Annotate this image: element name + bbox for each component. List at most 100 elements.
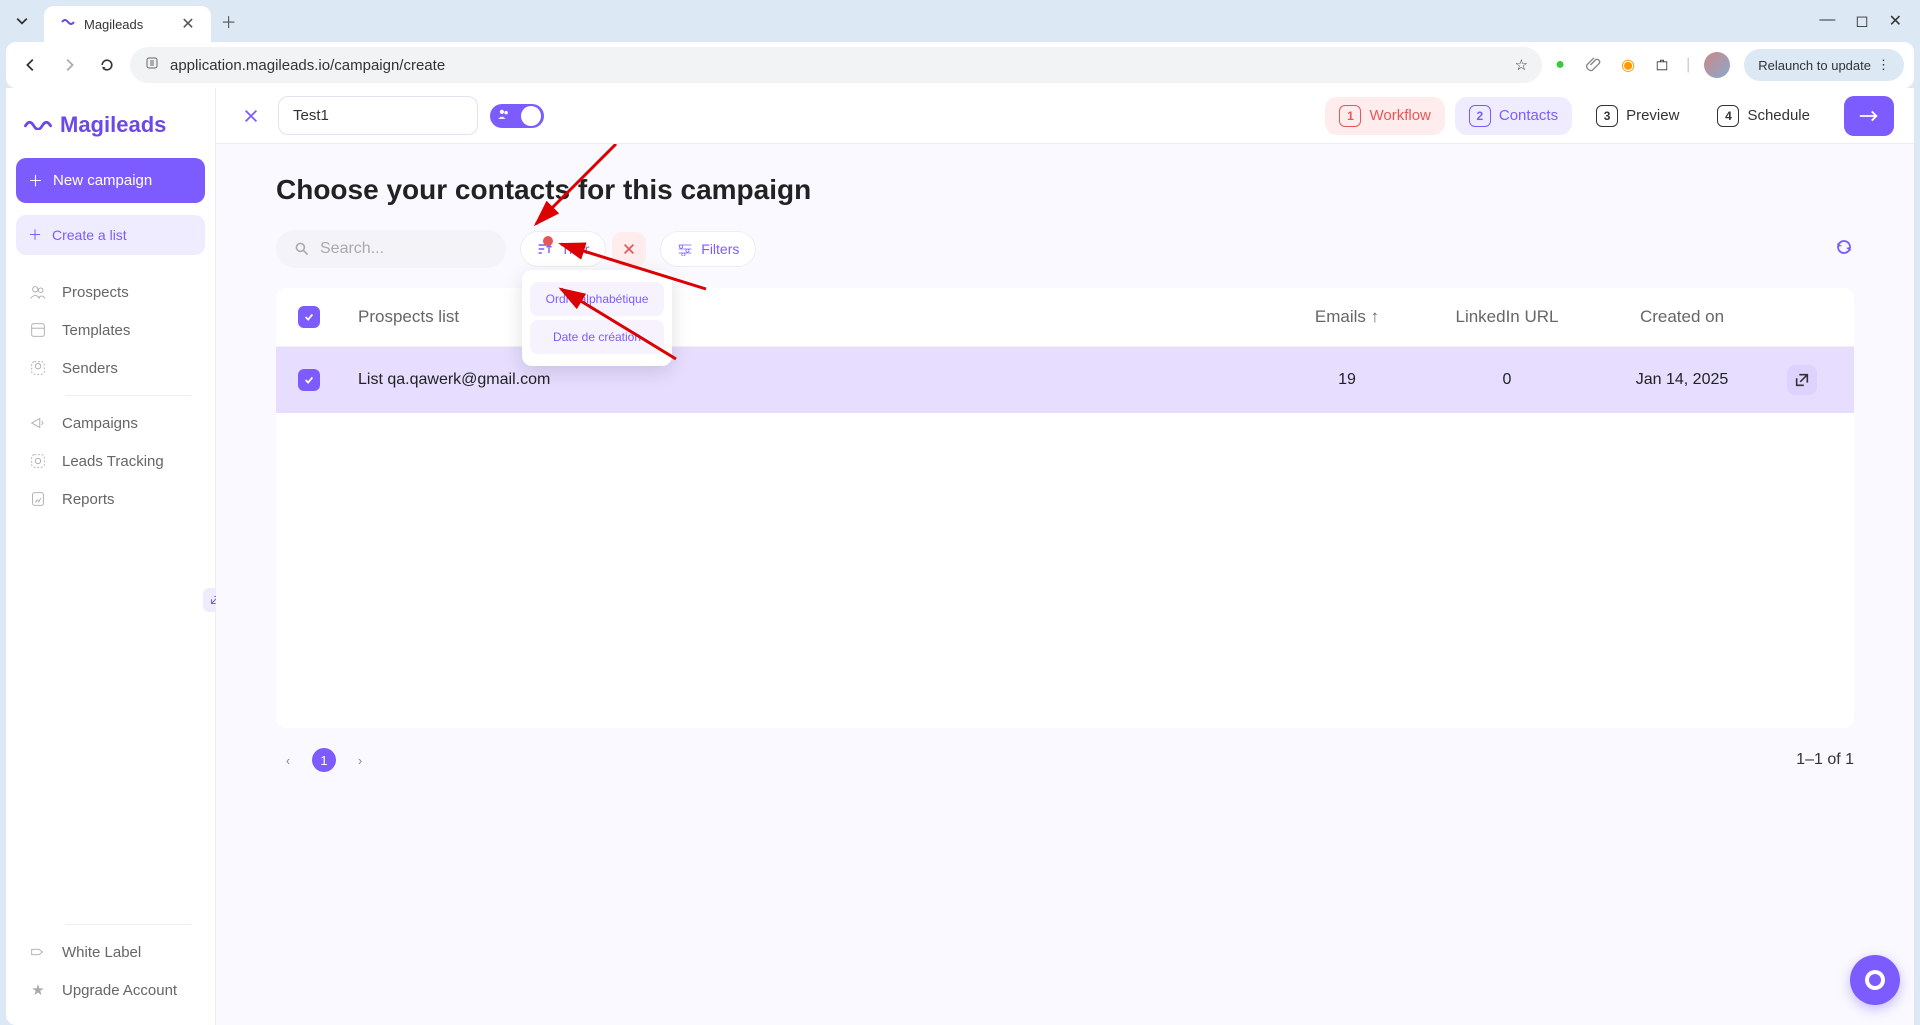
sort-button[interactable]: Trier <box>520 231 606 267</box>
sender-icon <box>28 359 48 377</box>
sidebar-item-prospects[interactable]: Prospects <box>16 273 205 311</box>
window-minimize-icon[interactable]: — <box>1819 11 1835 31</box>
refresh-button[interactable] <box>1834 237 1854 262</box>
reload-button[interactable] <box>92 50 122 80</box>
browser-tab[interactable]: Magileads ✕ <box>44 6 211 42</box>
sidebar-item-campaigns[interactable]: Campaigns <box>16 404 205 442</box>
new-tab-button[interactable]: ＋ <box>221 9 237 33</box>
filters-label: Filters <box>701 241 739 257</box>
tracking-icon <box>28 452 48 470</box>
sidebar-label: Campaigns <box>62 415 138 432</box>
window-close-icon[interactable]: ✕ <box>1889 11 1902 31</box>
ext-orange-icon[interactable]: ◉ <box>1618 55 1638 75</box>
relaunch-button[interactable]: Relaunch to update ⋮ <box>1744 49 1904 81</box>
sort-option-alpha[interactable]: Ordre alphabétique <box>530 282 664 316</box>
table-row[interactable]: List qa.qawerk@gmail.com 19 0 Jan 14, 20… <box>276 347 1854 413</box>
next-page-button[interactable]: › <box>348 748 372 772</box>
select-all-checkbox[interactable] <box>298 306 348 328</box>
page-title: Choose your contacts for this campaign <box>276 174 1854 206</box>
open-list-button[interactable] <box>1787 365 1817 395</box>
search-placeholder: Search... <box>320 240 384 258</box>
address-bar[interactable]: application.magileads.io/campaign/create… <box>130 47 1542 83</box>
step-schedule[interactable]: 4 Schedule <box>1703 97 1824 135</box>
row-created: Jan 14, 2025 <box>1592 371 1772 389</box>
plus-icon: ＋ <box>28 170 43 191</box>
tag-icon <box>28 943 48 961</box>
sidebar: Magileads ＋ New campaign ＋ Create a list… <box>6 88 216 1025</box>
sidebar-item-white-label[interactable]: White Label <box>16 933 205 971</box>
campaign-name-input[interactable] <box>278 96 478 135</box>
step-preview[interactable]: 3 Preview <box>1582 97 1693 135</box>
sidebar-item-reports[interactable]: Reports <box>16 480 205 518</box>
sort-option-date[interactable]: Date de création <box>530 320 664 354</box>
sort-label: Trier <box>561 241 589 257</box>
browser-tab-strip: Magileads ✕ ＋ — ◻ ✕ <box>0 0 1920 42</box>
create-list-label: Create a list <box>52 227 127 243</box>
clear-sort-button[interactable] <box>612 232 646 266</box>
divider <box>66 395 191 396</box>
row-checkbox[interactable] <box>298 369 348 391</box>
step-label: Schedule <box>1747 107 1810 124</box>
row-linkedin: 0 <box>1422 371 1592 389</box>
table-header-row: Prospects list Emails ↑ LinkedIn URL Cre… <box>276 288 1854 347</box>
sidebar-label: Leads Tracking <box>62 453 164 470</box>
step-number: 1 <box>1339 105 1361 127</box>
tab-close-icon[interactable]: ✕ <box>181 14 194 34</box>
header-emails[interactable]: Emails ↑ <box>1272 307 1422 327</box>
sidebar-item-leads-tracking[interactable]: Leads Tracking <box>16 442 205 480</box>
logo[interactable]: Magileads <box>16 104 205 146</box>
close-campaign-button[interactable] <box>236 101 266 131</box>
star-icon: ★ <box>28 981 48 999</box>
sidebar-item-templates[interactable]: Templates <box>16 311 205 349</box>
sidebar-label: Senders <box>62 360 118 377</box>
step-label: Contacts <box>1499 107 1558 124</box>
template-icon <box>28 321 48 339</box>
step-number: 4 <box>1717 105 1739 127</box>
forward-button[interactable] <box>54 50 84 80</box>
toggle-button[interactable] <box>490 104 544 128</box>
sidebar-label: Reports <box>62 491 115 508</box>
filters-button[interactable]: Filters <box>660 231 756 267</box>
tab-title: Magileads <box>84 17 143 32</box>
window-controls: — ◻ ✕ <box>1819 11 1912 31</box>
bookmark-icon[interactable]: ☆ <box>1515 56 1528 74</box>
site-info-icon[interactable] <box>144 55 160 75</box>
controls-row: Search... Trier Filters <box>276 230 1854 268</box>
filter-icon <box>677 242 693 256</box>
window-maximize-icon[interactable]: ◻ <box>1855 11 1868 31</box>
tab-favicon-icon <box>60 16 76 32</box>
megaphone-icon <box>28 414 48 432</box>
step-contacts[interactable]: 2 Contacts <box>1455 97 1572 135</box>
header-created: Created on <box>1592 307 1772 327</box>
sidebar-item-senders[interactable]: Senders <box>16 349 205 387</box>
tab-search-dropdown[interactable] <box>8 7 36 35</box>
sidebar-label: Prospects <box>62 284 129 301</box>
search-icon <box>294 241 310 257</box>
prospects-table: Prospects list Emails ↑ LinkedIn URL Cre… <box>276 288 1854 728</box>
new-campaign-button[interactable]: ＋ New campaign <box>16 158 205 203</box>
sort-active-dot <box>543 236 553 246</box>
step-workflow[interactable]: 1 Workflow <box>1325 97 1444 135</box>
sidebar-label: Upgrade Account <box>62 982 177 999</box>
next-button[interactable] <box>1844 96 1894 136</box>
create-list-button[interactable]: ＋ Create a list <box>16 215 205 255</box>
search-input[interactable]: Search... <box>276 230 506 268</box>
extensions-icon[interactable] <box>1652 55 1672 75</box>
ext-attachment-icon[interactable] <box>1584 55 1604 75</box>
app-root: Magileads ＋ New campaign ＋ Create a list… <box>6 88 1914 1025</box>
logo-icon <box>24 116 52 135</box>
divider <box>66 924 191 925</box>
profile-avatar[interactable] <box>1704 52 1730 78</box>
ext-green-icon[interactable]: ● <box>1550 55 1570 75</box>
back-button[interactable] <box>16 50 46 80</box>
main-area: 1 Workflow 2 Contacts 3 Preview 4 Schedu… <box>216 88 1914 1025</box>
prev-page-button[interactable]: ‹ <box>276 748 300 772</box>
header-name: Prospects list <box>348 307 1272 327</box>
help-chat-button[interactable] <box>1850 955 1900 1005</box>
wizard-steps: 1 Workflow 2 Contacts 3 Preview 4 Schedu… <box>1325 96 1894 136</box>
campaign-topbar: 1 Workflow 2 Contacts 3 Preview 4 Schedu… <box>216 88 1914 144</box>
sidebar-item-upgrade[interactable]: ★ Upgrade Account <box>16 971 205 1009</box>
more-icon: ⋮ <box>1877 57 1890 73</box>
toolbar-extensions: ● ◉ | Relaunch to update ⋮ <box>1550 49 1904 81</box>
page-1-button[interactable]: 1 <box>312 748 336 772</box>
